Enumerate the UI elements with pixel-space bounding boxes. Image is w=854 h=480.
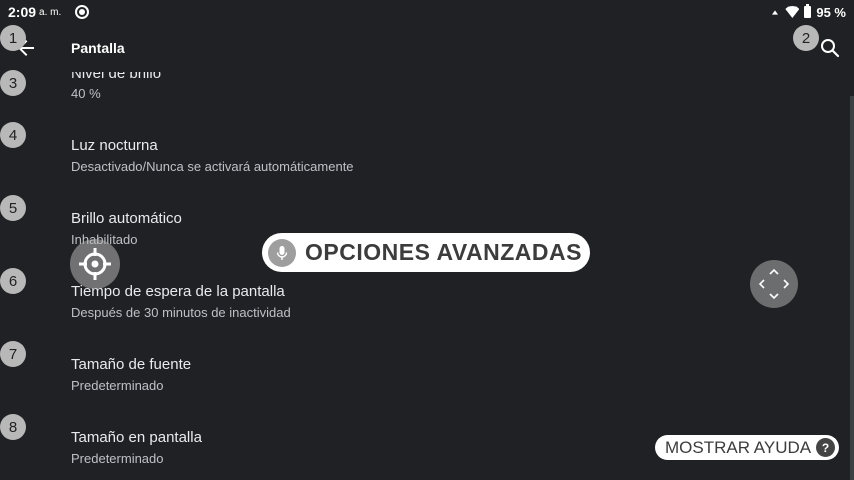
status-indicators: 95 % <box>770 4 846 20</box>
number-badge: 4 <box>0 122 26 148</box>
scrollbar-track[interactable] <box>850 96 854 480</box>
status-time: 2:09 <box>8 4 37 20</box>
setting-title: Brillo automático <box>71 210 182 227</box>
number-badge: 7 <box>0 341 26 367</box>
search-icon[interactable] <box>818 36 842 60</box>
show-help-button[interactable]: MOSTRAR AYUDA ? <box>655 435 839 460</box>
help-icon: ? <box>816 438 835 457</box>
setting-summary: 40 % <box>71 86 101 101</box>
battery-icon <box>804 4 812 18</box>
status-bar: 2:09 a. m. 95 % <box>0 0 854 24</box>
page-title: Pantalla <box>71 40 125 56</box>
number-badge: 3 <box>0 70 26 96</box>
setting-summary: Predeterminado <box>71 451 164 466</box>
number-badge: 6 <box>0 268 26 294</box>
number-badge: 5 <box>0 195 26 221</box>
setting-summary: Desactivado/Nunca se activará automática… <box>71 159 354 174</box>
setting-title: Luz nocturna <box>71 137 158 154</box>
wifi-icon <box>785 6 800 18</box>
crosshair-icon[interactable] <box>70 239 120 289</box>
dpad-icon[interactable] <box>750 260 798 308</box>
signal-icon <box>772 9 779 15</box>
show-help-label: MOSTRAR AYUDA <box>665 437 812 457</box>
setting-night-light[interactable]: Luz nocturna Desactivado/Nunca se activa… <box>0 129 850 201</box>
microphone-icon <box>268 238 296 267</box>
setting-summary: Predeterminado <box>71 378 164 393</box>
voice-command-text: OPCIONES AVANZADAS <box>305 239 582 265</box>
setting-title: Tamaño en pantalla <box>71 429 202 446</box>
setting-screen-timeout[interactable]: Tiempo de espera de la pantalla Después … <box>0 275 850 347</box>
voice-command-overlay: OPCIONES AVANZADAS <box>262 233 590 272</box>
number-badge: 8 <box>0 414 26 440</box>
setting-title: Tamaño de fuente <box>71 356 192 373</box>
setting-font-size[interactable]: Tamaño de fuente Predeterminado <box>0 348 850 420</box>
status-ampm: a. m. <box>39 6 62 18</box>
sync-icon <box>75 5 90 19</box>
number-badge: 1 <box>0 25 26 51</box>
number-badge: 2 <box>793 25 819 51</box>
battery-level: 95 % <box>816 4 846 20</box>
setting-summary: Después de 30 minutos de inactividad <box>71 305 291 320</box>
app-bar-backdrop: Pantalla <box>0 24 854 72</box>
